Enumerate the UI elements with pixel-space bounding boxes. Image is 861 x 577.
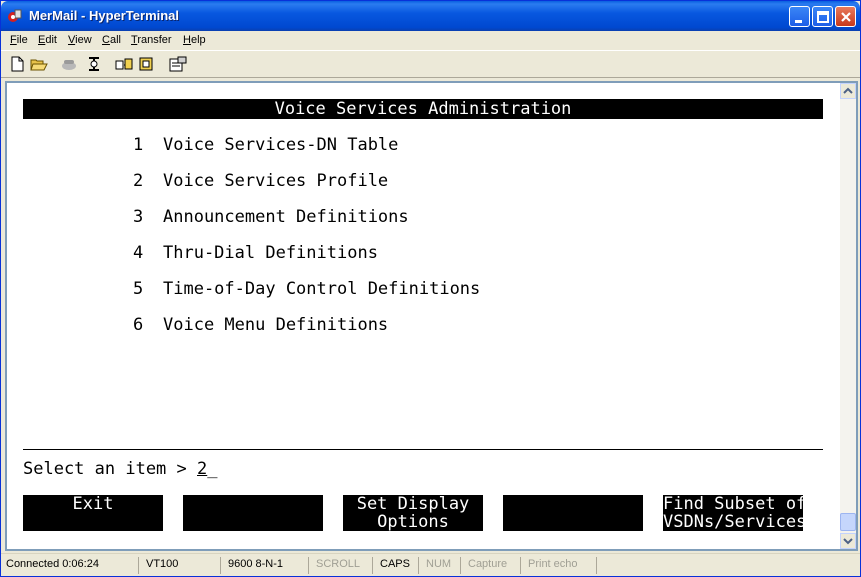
scroll-down-button[interactable]: [840, 533, 856, 549]
softkey-exit[interactable]: Exit: [23, 495, 163, 531]
status-num: NUM: [423, 557, 461, 574]
menu-option-6: 6 Voice Menu Definitions: [133, 315, 389, 335]
terminal-screen[interactable]: Voice Services Administration 1 Voice Ser…: [7, 83, 840, 549]
minimize-button[interactable]: [789, 6, 810, 27]
softkey-4[interactable]: [503, 495, 643, 531]
menu-bar: File Edit View Call Transfer Help: [1, 31, 860, 50]
scroll-up-button[interactable]: [840, 83, 856, 99]
menu-file[interactable]: File: [10, 34, 28, 46]
new-icon[interactable]: [9, 56, 27, 72]
item-prompt[interactable]: Select an item > 2_: [23, 459, 218, 479]
scroll-thumb[interactable]: [840, 513, 856, 531]
screen-header: Voice Services Administration: [23, 99, 823, 119]
menu-view[interactable]: View: [68, 34, 92, 46]
app-icon: [7, 8, 23, 24]
send-icon[interactable]: [115, 56, 133, 72]
softkey-set-display-options[interactable]: Set Display Options: [343, 495, 483, 531]
window-title: MerMail - HyperTerminal: [29, 8, 180, 23]
toolbar: [1, 50, 860, 78]
menu-option-5: 5 Time-of-Day Control Definitions: [133, 279, 481, 299]
maximize-button[interactable]: [812, 6, 833, 27]
status-connected: Connected 0:06:24: [3, 557, 139, 574]
menu-help[interactable]: Help: [183, 34, 206, 46]
status-scroll: SCROLL: [313, 557, 373, 574]
vertical-scrollbar[interactable]: [840, 83, 856, 549]
status-caps: CAPS: [377, 557, 419, 574]
status-capture: Capture: [465, 557, 521, 574]
prompt-input[interactable]: 2: [197, 459, 207, 479]
menu-option-2: 2 Voice Services Profile: [133, 171, 389, 191]
menu-transfer[interactable]: Transfer: [131, 34, 172, 46]
menu-call[interactable]: Call: [102, 34, 121, 46]
title-bar[interactable]: MerMail - HyperTerminal: [1, 1, 860, 31]
prompt-label: Select an item >: [23, 459, 197, 479]
properties-icon[interactable]: [169, 56, 187, 72]
menu-edit[interactable]: Edit: [38, 34, 57, 46]
divider: [23, 449, 823, 450]
status-emulation: VT100: [143, 557, 221, 574]
hyperterminal-window: MerMail - HyperTerminal File Edit View C…: [0, 0, 861, 577]
status-bar: Connected 0:06:24 VT100 9600 8-N-1 SCROL…: [1, 553, 860, 576]
close-button[interactable]: [835, 6, 856, 27]
menu-option-1: 1 Voice Services-DN Table: [133, 135, 399, 155]
disconnect-icon[interactable]: [85, 56, 103, 72]
menu-option-4: 4 Thru-Dial Definitions: [133, 243, 378, 263]
status-print-echo: Print echo: [525, 557, 597, 574]
softkey-2[interactable]: [183, 495, 323, 531]
status-settings: 9600 8-N-1: [225, 557, 309, 574]
open-icon[interactable]: [30, 56, 48, 72]
softkey-find-subset[interactable]: Find Subset of VSDNs/Services: [663, 495, 806, 531]
receive-icon[interactable]: [138, 56, 156, 72]
menu-option-3: 3 Announcement Definitions: [133, 207, 409, 227]
call-icon[interactable]: [60, 56, 78, 72]
terminal-frame: Voice Services Administration 1 Voice Ser…: [5, 81, 858, 551]
